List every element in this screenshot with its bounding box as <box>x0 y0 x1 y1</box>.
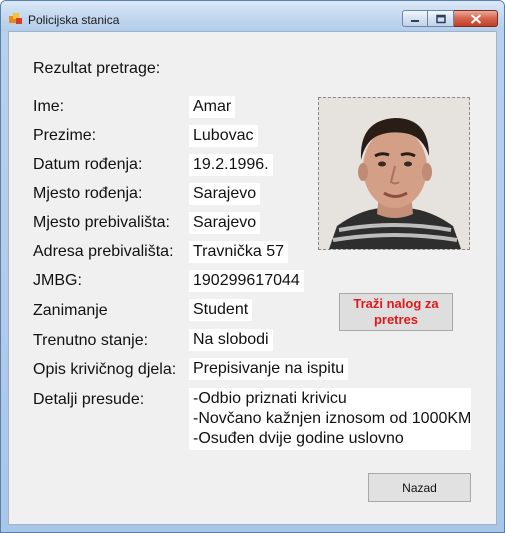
label-opis-krivicnog-djela: Opis krivičnog djela: <box>33 361 177 378</box>
label-mjesto-rodjenja: Mjesto rođenja: <box>33 185 143 202</box>
window-title: Policijska stanica <box>28 13 120 27</box>
app-window: Policijska stanica Rezultat pretrage: Im… <box>0 0 505 533</box>
person-photo-illustration <box>319 98 469 249</box>
detail-line: -Odbio priznati krivicu <box>193 390 347 407</box>
label-adresa-prebivalista: Adresa prebivališta: <box>33 243 174 260</box>
form-body: Rezultat pretrage: Ime: Amar Prezime: Lu… <box>8 31 497 525</box>
result-heading: Rezultat pretrage: <box>33 60 161 77</box>
label-ime: Ime: <box>33 98 65 115</box>
value-jmbg: 190299617044 <box>189 270 304 292</box>
minimize-icon <box>411 19 419 22</box>
close-icon <box>470 13 481 24</box>
value-zanimanje: Student <box>189 299 253 321</box>
value-adresa-prebivalista: Travnička 57 <box>189 241 288 263</box>
value-trenutno-stanje: Na slobodi <box>189 329 273 351</box>
value-prezime: Lubovac <box>189 125 258 147</box>
value-mjesto-prebivalista: Sarajevo <box>189 212 261 234</box>
back-button[interactable]: Nazad <box>368 473 471 502</box>
label-trenutno-stanje: Trenutno stanje: <box>33 332 149 349</box>
label-jmbg: JMBG: <box>33 272 82 289</box>
label-detalji-presude: Detalji presude: <box>33 391 145 408</box>
value-datum-rodjenja: 19.2.1996. <box>189 154 273 176</box>
value-opis-krivicnog-djela: Prepisivanje na ispitu <box>189 358 349 380</box>
search-warrant-button[interactable]: Traži nalog za pretres <box>339 293 453 331</box>
app-icon <box>9 13 22 24</box>
label-mjesto-prebivalista: Mjesto prebivališta: <box>33 214 170 231</box>
title-bar[interactable]: Policijska stanica <box>1 1 504 31</box>
label-datum-rodjenja: Datum rođenja: <box>33 156 143 173</box>
detail-line: -Novčano kažnjen iznosom od 1000KM <box>193 410 472 427</box>
minimize-button[interactable] <box>402 10 428 27</box>
value-ime: Amar <box>189 96 236 118</box>
caption-buttons <box>402 10 498 28</box>
maximize-icon <box>435 14 446 23</box>
label-prezime: Prezime: <box>33 127 97 144</box>
value-mjesto-rodjenja: Sarajevo <box>189 183 261 205</box>
person-photo <box>318 97 470 250</box>
detail-line: -Osuđen dvije godine uslovno <box>193 430 404 447</box>
maximize-button[interactable] <box>428 10 454 27</box>
details-box: -Odbio priznati krivicu -Novčano kažnjen… <box>189 388 471 450</box>
close-button[interactable] <box>454 10 498 27</box>
label-zanimanje: Zanimanje <box>33 302 108 319</box>
